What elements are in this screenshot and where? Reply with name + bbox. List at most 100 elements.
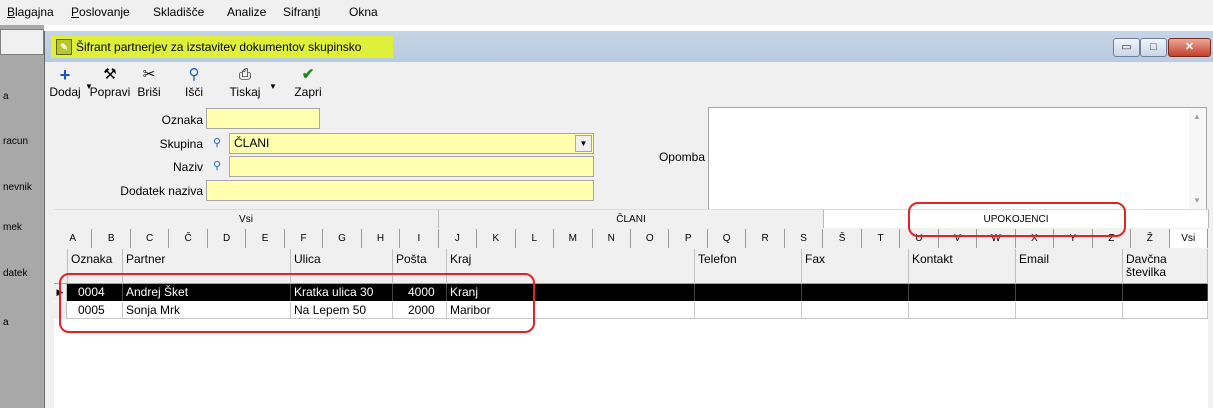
scroll-down-icon[interactable]: ▼	[1193, 196, 1201, 205]
cell-ulica: Kratka ulica 30	[291, 284, 393, 301]
letter-tab[interactable]: P	[669, 229, 708, 248]
background-label[interactable]: racun	[3, 136, 28, 147]
letter-tab[interactable]: G	[323, 229, 362, 248]
minimize-icon: ▭	[1121, 41, 1132, 53]
letter-tab[interactable]: Vsi	[1169, 229, 1208, 248]
naziv-label: Naziv	[172, 160, 203, 174]
letter-tab[interactable]: Z	[1092, 229, 1132, 248]
hammer-icon: ⚒	[103, 66, 117, 83]
letter-tab[interactable]: L	[515, 229, 555, 248]
tab-upokojenci[interactable]: UPOKOJENCI	[824, 209, 1209, 228]
letter-tab[interactable]: Š	[823, 229, 862, 248]
letter-tab[interactable]: Q	[707, 229, 747, 248]
letter-tab[interactable]: Č	[169, 229, 208, 248]
search-button[interactable]: ⚲ Išči	[179, 66, 209, 104]
column-header-partner[interactable]: Partner	[123, 249, 291, 284]
column-header-ulica[interactable]: Ulica	[291, 249, 393, 284]
window-title-bar[interactable]: ✎ Šifrant partnerjev za izstavitev dokum…	[45, 31, 1213, 62]
letter-tab[interactable]: C	[130, 229, 170, 248]
cell-kontakt	[909, 302, 1016, 319]
letter-tab[interactable]: U	[900, 229, 939, 248]
dodatek-naziva-input[interactable]	[206, 180, 594, 201]
edit-button[interactable]: ⚒ Popravi	[87, 66, 133, 104]
letter-tab[interactable]: T	[861, 229, 901, 248]
skupina-select[interactable]: ČLANI	[229, 133, 594, 154]
letter-tab[interactable]: J	[438, 229, 478, 248]
cell-partner: Sonja Mrk	[123, 302, 291, 319]
background-label[interactable]: a	[3, 317, 9, 328]
minimize-button[interactable]: ▭	[1113, 38, 1140, 57]
cell-kontakt	[909, 284, 1016, 301]
letter-tab[interactable]: I	[400, 229, 439, 248]
letter-tab[interactable]: S	[784, 229, 824, 248]
letter-tab[interactable]: M	[554, 229, 593, 248]
maximize-button[interactable]: □	[1140, 38, 1167, 57]
column-header-davcna-stevilka[interactable]: Davčna številka	[1123, 249, 1208, 284]
letter-tab[interactable]: E	[246, 229, 285, 248]
opomba-scrollbar[interactable]: ▲ ▼	[1189, 108, 1206, 209]
cell-email	[1016, 284, 1123, 301]
column-header-posta[interactable]: Pošta	[393, 249, 447, 284]
table-row[interactable]: 0005 Sonja Mrk Na Lepem 50 2000 Maribor	[54, 302, 1208, 319]
menu-okna[interactable]: Okna	[349, 5, 378, 19]
background-label[interactable]: mek	[3, 222, 22, 233]
column-header-fax[interactable]: Fax	[802, 249, 909, 284]
edit-dropdown-icon[interactable]: ▼	[85, 82, 93, 91]
cell-kraj: Kranj	[447, 284, 695, 301]
background-label[interactable]: datek	[3, 268, 27, 279]
skupina-search-icon[interactable]: ⚲	[209, 135, 225, 151]
letter-tab[interactable]: Ž	[1131, 229, 1170, 248]
letter-tab[interactable]: B	[92, 229, 131, 248]
naziv-input[interactable]	[229, 156, 594, 177]
menu-skladisce[interactable]: Skladišče	[153, 5, 204, 19]
naziv-search-icon[interactable]: ⚲	[209, 158, 225, 174]
add-button[interactable]: + Dodaj	[47, 66, 83, 104]
cell-davcna	[1123, 302, 1208, 319]
print-button[interactable]: ⎙ Tiskaj	[225, 66, 265, 104]
partner-window: ✎ Šifrant partnerjev za izstavitev dokum…	[44, 31, 1213, 408]
letter-tab[interactable]: D	[207, 229, 247, 248]
column-header-kontakt[interactable]: Kontakt	[909, 249, 1016, 284]
delete-button[interactable]: ✂ Briši	[134, 66, 164, 104]
maximize-icon: □	[1150, 41, 1157, 53]
column-header-oznaka[interactable]: Oznaka	[68, 249, 123, 284]
cell-kraj: Maribor	[447, 302, 695, 319]
table-row[interactable]: ▶ 0004 Andrej Šket Kratka ulica 30 4000 …	[54, 284, 1208, 301]
menu-poslovanje[interactable]: Poslovanje	[71, 5, 130, 19]
tab-vsi[interactable]: Vsi	[54, 209, 439, 228]
print-dropdown-icon[interactable]: ▼	[269, 82, 277, 91]
menu-blagajna[interactable]: Blagajna	[7, 5, 54, 19]
letter-tab[interactable]: V	[938, 229, 978, 248]
background-label[interactable]: a	[3, 91, 9, 102]
cell-davcna	[1123, 284, 1208, 301]
letter-tab[interactable]: H	[361, 229, 401, 248]
column-header-email[interactable]: Email	[1016, 249, 1123, 284]
letter-tab[interactable]: O	[631, 229, 670, 248]
column-header-kraj[interactable]: Kraj	[447, 249, 695, 284]
scroll-up-icon[interactable]: ▲	[1193, 112, 1201, 121]
menu-sifranti[interactable]: Sifranti	[283, 5, 320, 19]
column-header-telefon[interactable]: Telefon	[695, 249, 802, 284]
letter-tab[interactable]: Y	[1054, 229, 1093, 248]
cell-telefon	[695, 284, 802, 301]
letter-tab[interactable]: K	[477, 229, 516, 248]
close-window-button[interactable]: ✔ Zapri	[288, 66, 328, 104]
close-button[interactable]: ✕	[1168, 38, 1211, 57]
oznaka-input[interactable]	[206, 108, 320, 129]
background-window-header	[0, 29, 44, 55]
menu-analize[interactable]: Analize	[227, 5, 266, 19]
tab-clani[interactable]: ČLANI	[439, 209, 824, 228]
opomba-textarea[interactable]: ▲ ▼	[708, 107, 1207, 210]
oznaka-label: Oznaka	[161, 113, 203, 127]
letter-tab[interactable]: N	[592, 229, 631, 248]
chevron-down-icon[interactable]: ▼	[575, 135, 592, 152]
letter-tab[interactable]: F	[284, 229, 324, 248]
letter-tab[interactable]: X	[1015, 229, 1055, 248]
partner-grid: Oznaka Partner Ulica Pošta Kraj Telefon …	[54, 249, 1208, 408]
scissors-icon: ✂	[142, 66, 156, 83]
plus-icon: +	[59, 65, 71, 85]
letter-tab[interactable]: R	[746, 229, 785, 248]
background-label[interactable]: nevnik	[3, 182, 32, 193]
letter-tab[interactable]: A	[54, 229, 93, 248]
letter-tab[interactable]: W	[977, 229, 1016, 248]
